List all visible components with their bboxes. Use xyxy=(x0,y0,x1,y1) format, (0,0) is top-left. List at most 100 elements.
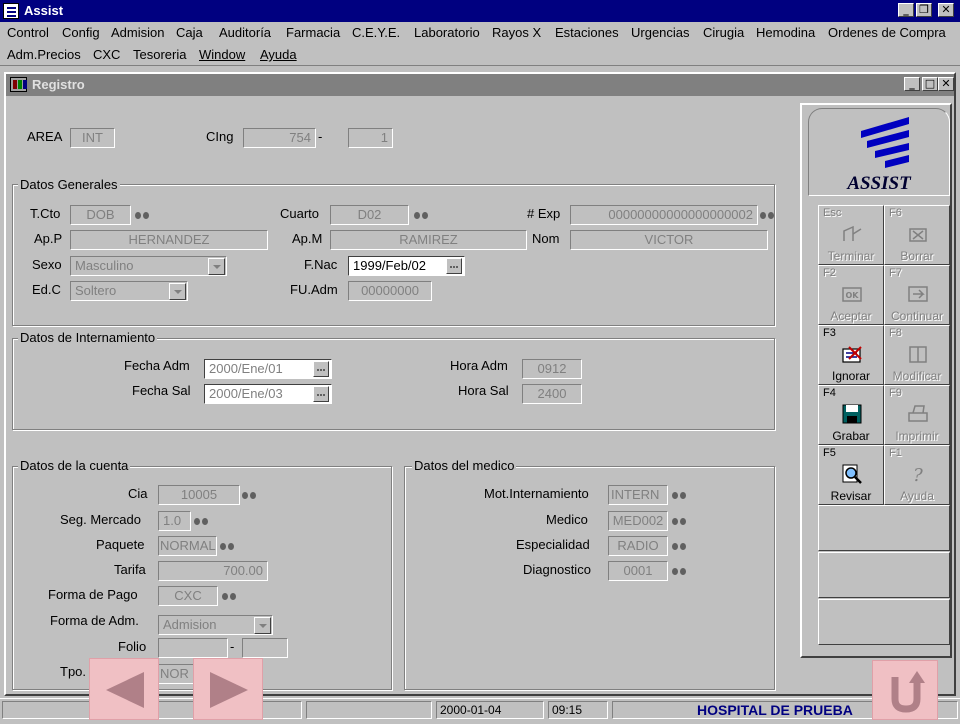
terminar-button[interactable]: Esc Terminar xyxy=(818,205,884,265)
sexo-label: Sexo xyxy=(32,257,62,272)
menu-ayuda[interactable]: Ayuda xyxy=(260,45,297,65)
return-button[interactable] xyxy=(872,660,938,720)
ok-icon: OK xyxy=(842,287,862,302)
seg-mercado-label: Seg. Mercado xyxy=(60,512,141,527)
seg-mercado-field[interactable]: 1.0 xyxy=(158,511,191,531)
cuarto-field[interactable]: D02 xyxy=(330,205,409,225)
app-label: Ap.P xyxy=(34,231,63,246)
menu-ordenes-de-compra[interactable]: Ordenes de Compra xyxy=(828,23,946,43)
paquete-lookup-icon[interactable] xyxy=(220,540,236,552)
toolbar-empty-slot xyxy=(818,599,950,645)
tarifa-field[interactable]: 700.00 xyxy=(158,561,268,581)
sexo-dropdown-icon[interactable] xyxy=(208,258,225,275)
folio-field[interactable] xyxy=(158,638,228,658)
datos-generales-title: Datos Generales xyxy=(18,177,120,192)
status-panel xyxy=(306,701,432,719)
menu-auditoria[interactable]: Auditoría xyxy=(219,23,271,43)
minimize-icon[interactable]: _ xyxy=(898,3,914,17)
medico-field[interactable]: MED002 xyxy=(608,511,668,531)
app-field[interactable]: HERNANDEZ xyxy=(70,230,268,250)
fuadm-field[interactable]: 00000000 xyxy=(348,281,432,301)
nom-field[interactable]: VICTOR xyxy=(570,230,768,250)
borrar-button[interactable]: F6 Borrar xyxy=(884,205,950,265)
ignorar-key: F3 xyxy=(823,327,836,339)
floppy-disk-icon xyxy=(842,404,862,424)
menu-estaciones[interactable]: Estaciones xyxy=(555,23,619,43)
next-slide-button[interactable] xyxy=(193,658,263,720)
menu-farmacia[interactable]: Farmacia xyxy=(286,23,340,43)
especialidad-field[interactable]: RADIO xyxy=(608,536,668,556)
child-minimize-icon[interactable]: _ xyxy=(904,77,920,91)
fecha-adm-calendar-icon[interactable] xyxy=(313,361,329,377)
assist-logo: ASSIST xyxy=(808,108,950,196)
modificar-button[interactable]: F8 Modificar xyxy=(884,325,950,385)
forma-pago-lookup-icon[interactable] xyxy=(222,590,238,602)
child-close-icon[interactable]: ✕ xyxy=(938,77,954,91)
svg-text:?: ? xyxy=(913,465,923,485)
borrar-key: F6 xyxy=(889,207,902,219)
tcto-lookup-icon[interactable] xyxy=(135,209,151,221)
menu-hemodina[interactable]: Hemodina xyxy=(756,23,815,43)
ayuda-button[interactable]: F1 ? Ayuda xyxy=(884,445,950,505)
edc-label: Ed.C xyxy=(32,282,61,297)
fecha-sal-calendar-icon[interactable] xyxy=(313,386,329,402)
menu-adm-precios[interactable]: Adm.Precios xyxy=(7,45,81,65)
menu-window[interactable]: Window xyxy=(199,45,245,65)
menu-control[interactable]: Control xyxy=(7,23,49,43)
menu-cxc[interactable]: CXC xyxy=(93,45,120,65)
diagnostico-lookup-icon[interactable] xyxy=(672,565,688,577)
cuarto-lookup-icon[interactable] xyxy=(414,209,430,221)
hora-sal-field[interactable]: 2400 xyxy=(522,384,582,404)
imprimir-label: Imprimir xyxy=(895,429,939,443)
menu-caja[interactable]: Caja xyxy=(176,23,203,43)
cia-lookup-icon[interactable] xyxy=(242,489,258,501)
menu-config[interactable]: Config xyxy=(62,23,100,43)
menu-urgencias[interactable]: Urgencias xyxy=(631,23,690,43)
medico-label: Medico xyxy=(546,512,588,527)
child-maximize-icon[interactable]: □ xyxy=(922,77,938,91)
menu-admision[interactable]: Admision xyxy=(111,23,164,43)
folio-sub-field[interactable] xyxy=(242,638,288,658)
menu-rayos-x[interactable]: Rayos X xyxy=(492,23,541,43)
fnac-calendar-icon[interactable] xyxy=(446,258,462,274)
menu-tesoreria[interactable]: Tesoreria xyxy=(133,45,186,65)
especialidad-lookup-icon[interactable] xyxy=(672,540,688,552)
revisar-button[interactable]: F5 Revisar xyxy=(818,445,884,505)
close-icon[interactable]: ✕ xyxy=(938,3,954,17)
forma-adm-dropdown-icon[interactable] xyxy=(254,617,271,634)
paquete-field[interactable]: NORMAL xyxy=(158,536,217,556)
exp-lookup-icon[interactable] xyxy=(760,209,776,221)
menu-cirugia[interactable]: Cirugia xyxy=(703,23,744,43)
continuar-button[interactable]: F7 Continuar xyxy=(884,265,950,325)
cia-field[interactable]: 10005 xyxy=(158,485,240,505)
hora-adm-field[interactable]: 0912 xyxy=(522,359,582,379)
mot-internamiento-field[interactable]: INTERN xyxy=(608,485,668,505)
medico-lookup-icon[interactable] xyxy=(672,515,688,527)
cing-sub-field[interactable]: 1 xyxy=(348,128,393,148)
previous-slide-button[interactable] xyxy=(89,658,159,720)
edc-dropdown-icon[interactable] xyxy=(169,283,186,300)
mot-internamiento-label: Mot.Internamiento xyxy=(484,486,589,501)
cing-field[interactable]: 754 xyxy=(243,128,316,148)
area-field[interactable]: INT xyxy=(70,128,115,148)
ignorar-button[interactable]: F3 Ignorar xyxy=(818,325,884,385)
tpo-field[interactable]: NOR xyxy=(158,664,198,684)
grabar-button[interactable]: F4 Grabar xyxy=(818,385,884,445)
restore-icon[interactable]: ❐ xyxy=(916,3,932,17)
sexo-select[interactable]: Masculino xyxy=(70,256,227,276)
svg-text:OK: OK xyxy=(846,291,860,300)
ignorar-label: Ignorar xyxy=(831,369,871,383)
apm-field[interactable]: RAMIREZ xyxy=(330,230,527,250)
menu-laboratorio[interactable]: Laboratorio xyxy=(414,23,480,43)
exp-field[interactable]: 00000000000000000002 xyxy=(570,205,758,225)
seg-mercado-lookup-icon[interactable] xyxy=(194,515,210,527)
tcto-field[interactable]: DOB xyxy=(70,205,131,225)
aceptar-label: Aceptar xyxy=(830,309,872,323)
forma-pago-field[interactable]: CXC xyxy=(158,586,218,606)
menu-ceye[interactable]: C.E.Y.E. xyxy=(352,23,400,43)
mot-internamiento-lookup-icon[interactable] xyxy=(672,489,688,501)
imprimir-button[interactable]: F9 Imprimir xyxy=(884,385,950,445)
aceptar-button[interactable]: F2 OK Aceptar xyxy=(818,265,884,325)
diagnostico-field[interactable]: 0001 xyxy=(608,561,668,581)
continue-arrow-icon xyxy=(908,286,928,302)
